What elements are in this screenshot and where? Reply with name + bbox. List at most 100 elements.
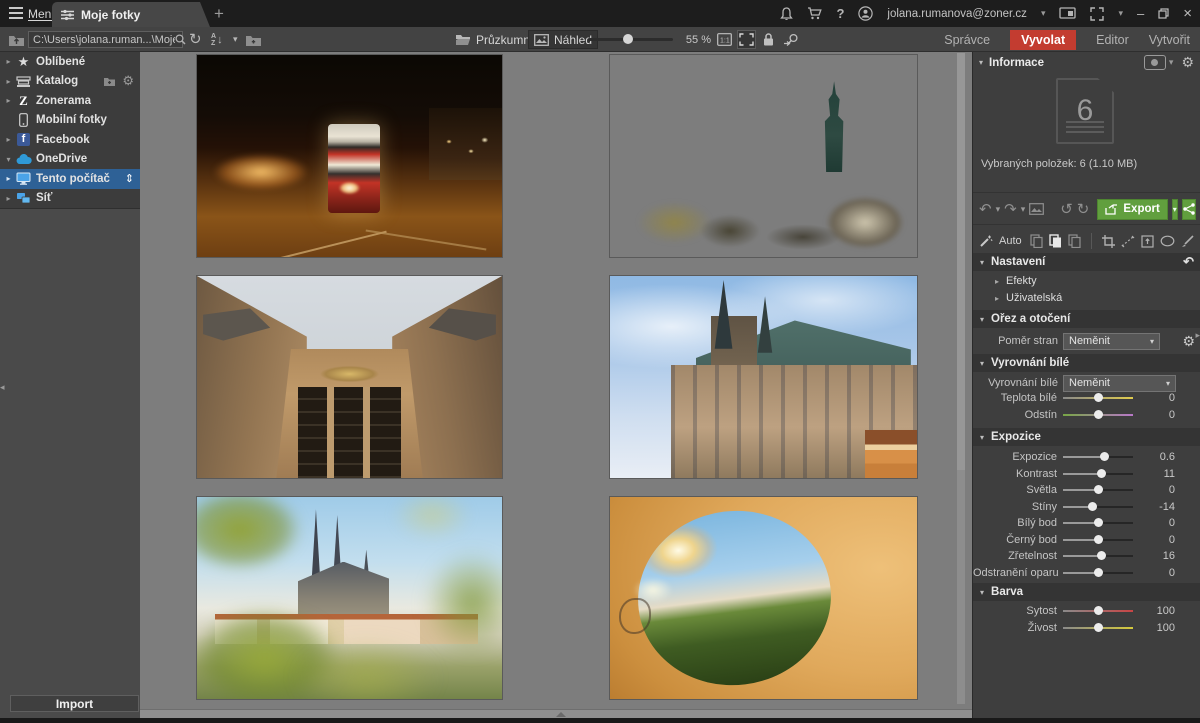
slider-thumb[interactable]	[1088, 502, 1097, 511]
mode-editor[interactable]: Editor	[1096, 33, 1129, 47]
undo-chevron-icon[interactable]: ▾	[996, 204, 1001, 215]
new-tab-button[interactable]: +	[214, 4, 224, 24]
apply-settings-icon[interactable]	[1068, 234, 1081, 248]
expand-icon[interactable]: ▸	[3, 96, 14, 105]
section-barva[interactable]: ▾ Barva	[973, 583, 1200, 601]
sidebar-collapse-arrow[interactable]: ◂	[0, 382, 5, 393]
slider-thumb[interactable]	[1094, 518, 1103, 527]
slider-thumb[interactable]	[1094, 485, 1103, 494]
exposure-slider[interactable]	[1063, 456, 1133, 458]
slider-thumb[interactable]	[1094, 606, 1103, 615]
aspect-ratio-select[interactable]: Neměnit ▾	[1063, 333, 1160, 350]
sidebar-item-facebook[interactable]: ▸ f Facebook	[0, 130, 140, 150]
path-input[interactable]	[33, 34, 175, 46]
sidebar-item-onedrive[interactable]: ▾ OneDrive	[0, 150, 140, 170]
sidebar-item-katalog[interactable]: ▸ Katalog ⚙	[0, 72, 140, 92]
straighten-tool-icon[interactable]	[1121, 235, 1135, 248]
second-display-icon[interactable]	[1059, 7, 1076, 20]
expand-icon[interactable]: ▸	[3, 174, 14, 183]
folder-up-icon[interactable]	[8, 31, 25, 48]
black-point-slider[interactable]	[1063, 539, 1133, 541]
subsection-efekty[interactable]: ▸ Efekty	[995, 275, 1037, 287]
slider-thumb[interactable]	[1094, 393, 1103, 402]
fit-to-screen-button[interactable]	[737, 30, 756, 49]
expand-icon[interactable]: ▸	[3, 194, 14, 203]
catalog-add-folder-icon[interactable]	[103, 76, 116, 87]
display-mode-icon[interactable]	[1144, 55, 1166, 70]
expand-icon[interactable]: ▸	[3, 77, 14, 86]
section-nastaveni[interactable]: ▾ Nastavení ↶	[973, 253, 1200, 271]
undo-icon[interactable]: ↶	[979, 200, 992, 218]
account-chevron-icon[interactable]: ▾	[1041, 8, 1046, 19]
white-balance-select[interactable]: Neměnit ▾	[1063, 375, 1176, 392]
slider-thumb[interactable]	[1094, 410, 1103, 419]
paste-settings-icon[interactable]	[1049, 234, 1062, 248]
content-scrollbar[interactable]	[957, 53, 965, 704]
reset-settings-icon[interactable]: ↶	[1183, 254, 1194, 270]
expand-icon[interactable]: ▸	[3, 135, 14, 144]
redo-chevron-icon[interactable]: ▾	[1021, 204, 1026, 215]
compare-image-icon[interactable]	[1029, 203, 1044, 215]
search-icon[interactable]	[175, 34, 186, 45]
photo-thumbnail-bunker-hole-sunset[interactable]	[610, 497, 917, 699]
slider-thumb[interactable]	[1094, 535, 1103, 544]
notifications-bell-icon[interactable]	[780, 7, 793, 21]
photo-thumbnail-tram-night[interactable]	[197, 55, 502, 257]
slider-thumb[interactable]	[1094, 568, 1103, 577]
slider-thumb[interactable]	[1097, 551, 1106, 560]
sidebar-item-oblibene[interactable]: ▸ ★ Oblíbené	[0, 52, 140, 72]
auto-enhance-wand-icon[interactable]	[979, 234, 993, 248]
fullscreen-icon[interactable]	[1090, 7, 1104, 21]
lock-zoom-button[interactable]	[759, 30, 778, 49]
dehaze-slider[interactable]	[1063, 572, 1133, 574]
share-button[interactable]	[1182, 199, 1196, 220]
section-orez-a-otoceni[interactable]: ▾ Ořez a otočení	[973, 310, 1200, 328]
display-mode-chevron-icon[interactable]: ▾	[1169, 57, 1174, 68]
export-button[interactable]: Export	[1097, 199, 1167, 220]
section-vyrovnani-bile[interactable]: ▾ Vyrovnání bílé	[973, 354, 1200, 372]
expand-icon[interactable]: ▾	[3, 155, 14, 164]
slider-thumb[interactable]	[1097, 469, 1106, 478]
panel-settings-gear-icon[interactable]: ⚙	[1181, 54, 1194, 71]
zoom-slider-thumb[interactable]	[623, 34, 633, 44]
contrast-slider[interactable]	[1063, 473, 1133, 475]
zoom-1-1-button[interactable]: 1:1	[715, 30, 734, 49]
crop-settings-gear-icon[interactable]: ⚙	[1182, 333, 1195, 350]
sidebar-item-sit[interactable]: ▸ Síť	[0, 189, 140, 209]
mode-vytvorit[interactable]: Vytvořit	[1149, 33, 1190, 47]
filmstrip-handle[interactable]	[140, 709, 972, 718]
highlights-slider[interactable]	[1063, 489, 1133, 491]
crop-tool-icon[interactable]	[1102, 235, 1115, 248]
fullscreen-chevron-icon[interactable]: ▾	[1118, 8, 1123, 19]
slider-thumb[interactable]	[1100, 452, 1109, 461]
reorder-updown-icon[interactable]: ⇕	[125, 172, 134, 185]
mode-spravce[interactable]: Správce	[944, 33, 990, 47]
panel-collapse-arrow[interactable]: ▸	[1195, 330, 1200, 341]
catalog-settings-gear-icon[interactable]: ⚙	[122, 73, 134, 89]
expand-icon[interactable]: ▸	[3, 57, 14, 66]
radial-filter-icon[interactable]	[1160, 235, 1175, 247]
collapse-icon[interactable]: ▾	[979, 58, 983, 67]
photo-thumbnail-spire-wall[interactable]	[610, 55, 917, 257]
cart-icon[interactable]	[807, 7, 822, 20]
content-scrollbar-thumb[interactable]	[957, 53, 965, 470]
photo-thumbnail-cathedral-upward[interactable]	[197, 276, 502, 478]
hamburger-menu-icon[interactable]	[9, 7, 23, 19]
close-button[interactable]: ×	[1183, 0, 1192, 27]
shadows-slider[interactable]	[1063, 506, 1133, 508]
tint-slider[interactable]	[1063, 414, 1133, 416]
zoom-region-button[interactable]	[781, 30, 800, 49]
brush-tool-icon[interactable]	[1181, 235, 1195, 248]
subsection-uzivatelska[interactable]: ▸ Uživatelská	[995, 292, 1062, 304]
refresh-icon[interactable]: ↻	[189, 31, 202, 48]
tab-moje-fotky[interactable]: Moje fotky	[52, 2, 210, 27]
new-folder-icon[interactable]	[245, 31, 262, 48]
filter-brush-frame-icon[interactable]	[1141, 235, 1154, 248]
help-icon[interactable]: ?	[836, 6, 844, 21]
import-button[interactable]: Import	[10, 695, 139, 712]
rotate-right-icon[interactable]: ↻	[1077, 200, 1090, 218]
white-point-slider[interactable]	[1063, 522, 1133, 524]
zoom-slider[interactable]	[588, 38, 673, 41]
vibrance-slider[interactable]	[1063, 627, 1133, 629]
rotate-left-icon[interactable]: ↺	[1060, 200, 1073, 218]
